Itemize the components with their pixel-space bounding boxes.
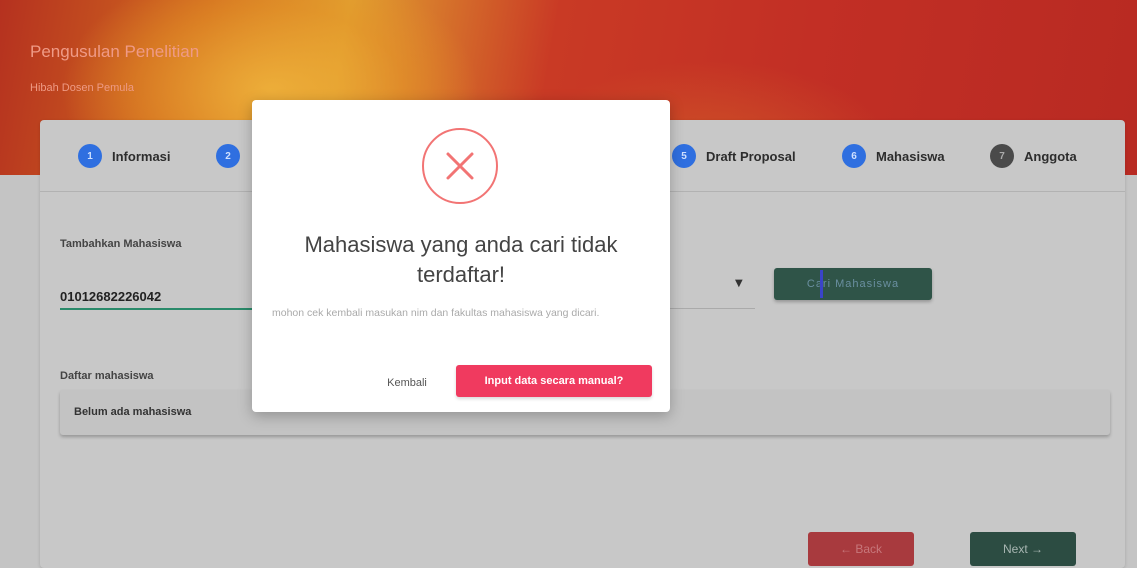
search-student-button[interactable]: Cari Mahasiswa (774, 268, 932, 300)
dialog-title: Mahasiswa yang anda cari tidak terdaftar… (304, 232, 618, 287)
step-anggota[interactable]: 7 Anggota (990, 144, 1077, 168)
add-student-label: Tambahkan Mahasiswa (60, 238, 182, 250)
step-dot: 2 (216, 144, 240, 168)
text-cursor (820, 270, 823, 298)
step-2[interactable]: 2 (216, 144, 250, 168)
step-informasi[interactable]: 1 Informasi (78, 144, 171, 168)
chevron-down-icon[interactable]: ▼ (735, 278, 747, 290)
cancel-button[interactable]: Kembali (362, 368, 452, 398)
empty-list-text: Belum ada mahasiswa (74, 406, 192, 418)
step-label: Anggota (1024, 148, 1077, 164)
student-list-label: Daftar mahasiswa (60, 370, 154, 382)
page-subtitle: Hibah Dosen Pemula (30, 82, 134, 94)
step-dot: 6 (842, 144, 866, 168)
error-dialog: Mahasiswa yang anda cari tidak terdaftar… (252, 100, 670, 412)
error-x-icon (422, 128, 498, 204)
step-dot: 7 (990, 144, 1014, 168)
step-label: Mahasiswa (876, 148, 945, 164)
dialog-description: mohon cek kembali masukan nim dan fakult… (272, 307, 600, 319)
page-title: Pengusulan Penelitian (30, 42, 200, 61)
nim-input[interactable] (60, 278, 260, 310)
step-mahasiswa[interactable]: 6 Mahasiswa (842, 144, 945, 168)
faculty-select-underline (655, 308, 755, 309)
step-dot: 5 (672, 144, 696, 168)
step-draft-proposal[interactable]: 5 Draft Proposal (672, 144, 796, 168)
back-button[interactable]: ← Back (808, 532, 914, 566)
step-label: Draft Proposal (706, 148, 796, 164)
next-button[interactable]: Next → (970, 532, 1076, 566)
manual-input-button[interactable]: Input data secara manual? (456, 365, 652, 397)
step-label: Informasi (112, 148, 171, 164)
step-dot: 1 (78, 144, 102, 168)
